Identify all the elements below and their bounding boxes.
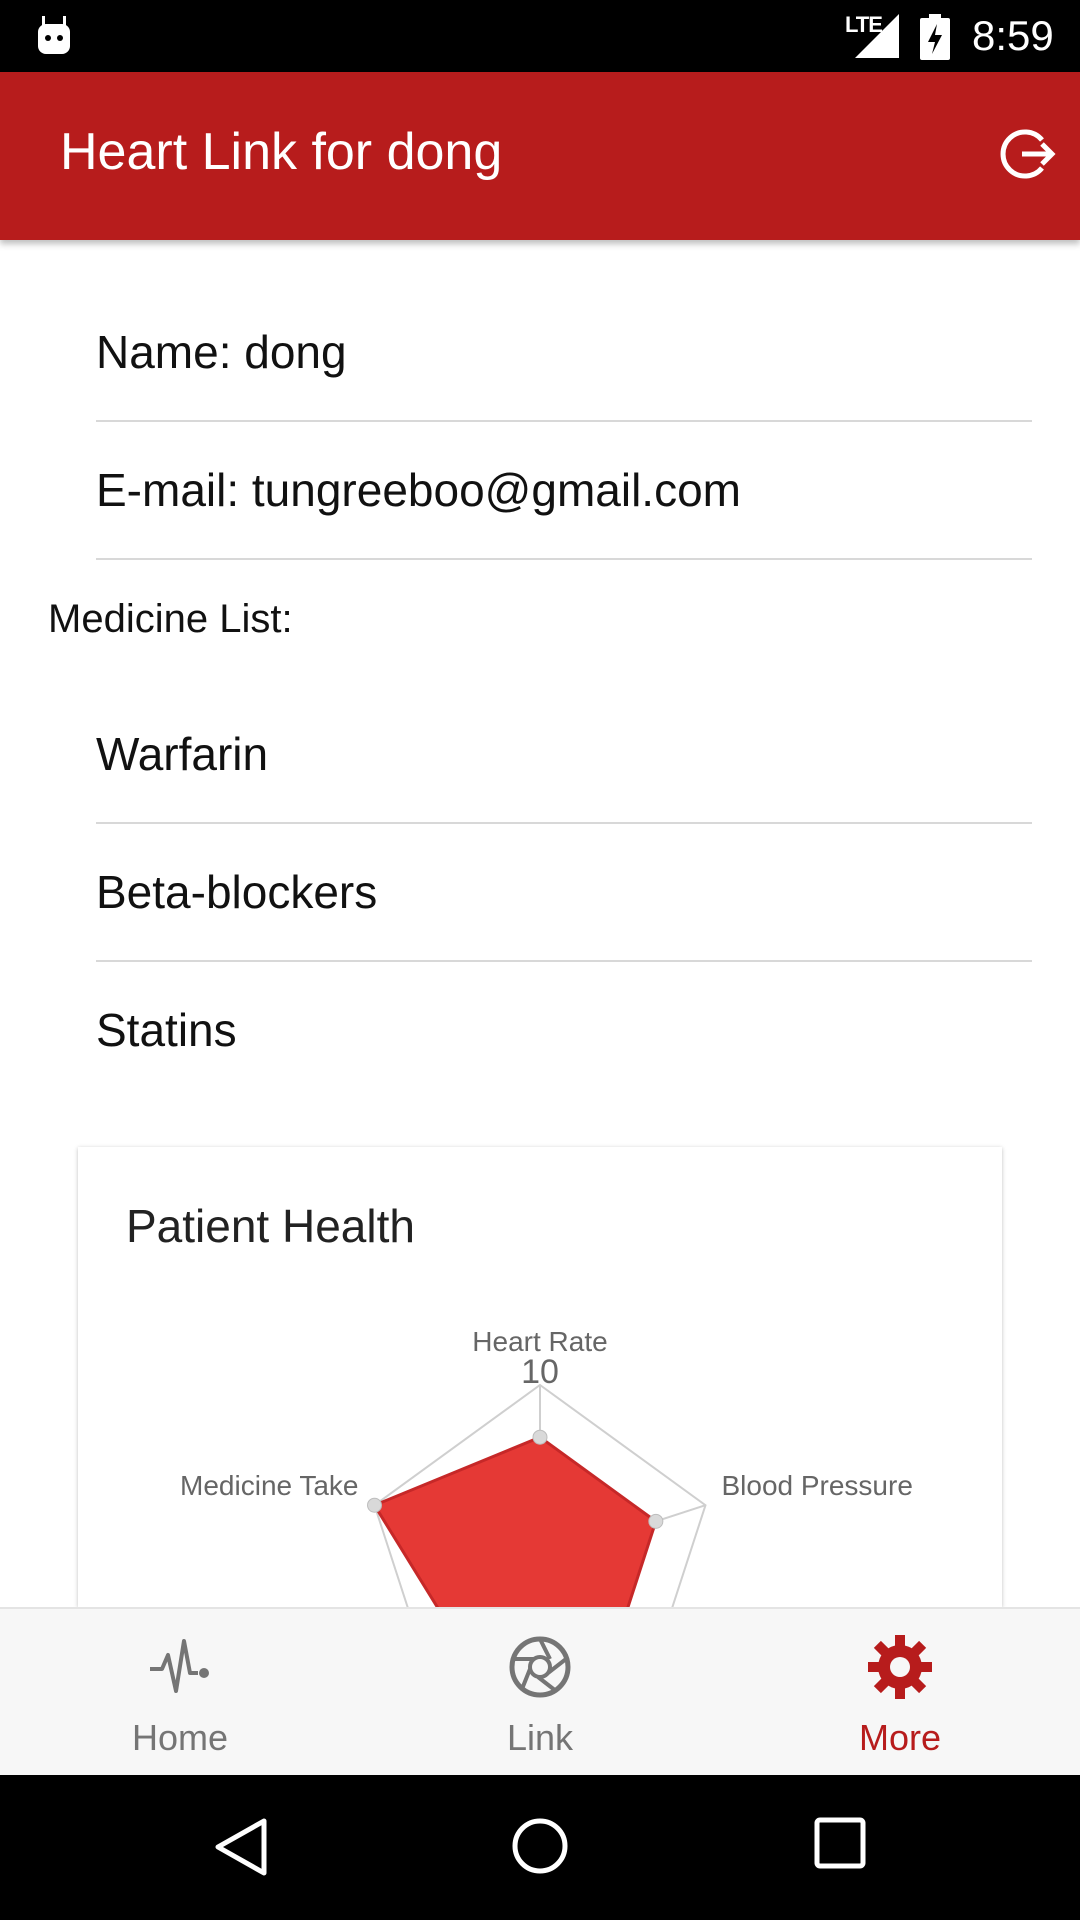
nav-link[interactable]: Link bbox=[360, 1609, 720, 1777]
medicine-item[interactable]: Warfarin bbox=[96, 727, 1032, 781]
android-notification-icon bbox=[38, 16, 70, 54]
medicine-list-label: Medicine List: bbox=[48, 597, 293, 641]
radar-chart: Heart RateBlood PressureMedicine Take10 bbox=[180, 1326, 913, 1607]
nav-home-label: Home bbox=[131, 1717, 229, 1758]
bottom-navigation: Home Link More bbox=[0, 1607, 1080, 1777]
divider bbox=[96, 420, 1032, 422]
status-bar: LTE 8:59 bbox=[0, 0, 1080, 72]
nav-more-label: More bbox=[858, 1717, 942, 1758]
radar-axis-label: Blood Pressure bbox=[721, 1470, 912, 1501]
nav-more[interactable]: More bbox=[720, 1609, 1080, 1777]
divider bbox=[96, 822, 1032, 824]
back-icon[interactable] bbox=[212, 1817, 268, 1877]
nav-home[interactable]: Home bbox=[0, 1609, 360, 1777]
radar-axis-label: Medicine Take bbox=[180, 1470, 358, 1501]
system-navigation-bar bbox=[0, 1775, 1080, 1920]
battery-charging-icon bbox=[920, 14, 950, 60]
radar-tick-label: 10 bbox=[521, 1353, 559, 1391]
profile-email: E-mail: tungreeboo@gmail.com bbox=[96, 464, 741, 516]
nav-link-label: Link bbox=[506, 1717, 574, 1758]
pulse-icon bbox=[150, 1639, 209, 1693]
divider bbox=[96, 558, 1032, 560]
home-icon[interactable] bbox=[511, 1817, 569, 1875]
gear-icon bbox=[868, 1635, 932, 1699]
medicine-item[interactable]: Beta-blockers bbox=[96, 865, 1032, 919]
clock: 8:59 bbox=[972, 12, 1054, 59]
radar-point bbox=[532, 1429, 548, 1445]
app-bar: Heart Link for dong bbox=[0, 72, 1080, 240]
medicine-item[interactable]: Statins bbox=[96, 1003, 1032, 1057]
profile-name: Name: dong bbox=[96, 326, 347, 378]
divider bbox=[96, 960, 1032, 962]
radar-point bbox=[367, 1497, 383, 1513]
recents-icon[interactable] bbox=[814, 1817, 866, 1869]
logout-icon[interactable] bbox=[1000, 126, 1056, 182]
aperture-icon bbox=[509, 1636, 571, 1698]
radar-series-area bbox=[372, 1435, 658, 1607]
app-title: Heart Link for dong bbox=[60, 123, 503, 181]
patient-health-card: Patient Health Heart Rate Blood Pressure M… bbox=[78, 1147, 1002, 1607]
radar-point bbox=[648, 1513, 664, 1529]
signal-icon bbox=[855, 14, 899, 58]
